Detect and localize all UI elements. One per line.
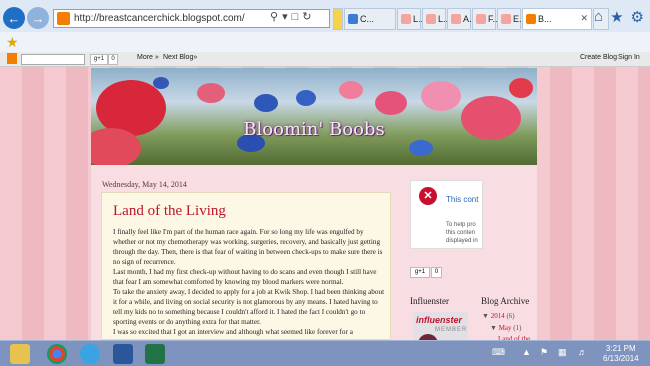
refresh-icon[interactable]: ↻ bbox=[302, 11, 315, 23]
more-menu[interactable]: More » bbox=[137, 54, 159, 61]
tab-4[interactable]: A... bbox=[447, 8, 477, 30]
search-icon[interactable]: ⚲ bbox=[270, 11, 282, 23]
close-tab-icon[interactable]: ✕ bbox=[580, 13, 588, 24]
influenster-badge[interactable]: influenster MEMBER bbox=[413, 312, 468, 340]
excel-icon[interactable] bbox=[145, 344, 165, 364]
tray-up-arrow-icon[interactable]: ▲ bbox=[522, 347, 531, 357]
tab-strip: C... L... L... A... F... E... B... ✕ bbox=[333, 8, 610, 30]
tab-3[interactable]: L... bbox=[422, 8, 451, 30]
post-paragraph: Last month, I had my first check-up with… bbox=[113, 268, 377, 286]
influenster-logo: influenster bbox=[416, 315, 463, 325]
post-paragraph: I was so excited that I got an interview… bbox=[113, 328, 353, 336]
forward-arrow-icon: → bbox=[31, 10, 45, 26]
post-paragraph: To take the anxiety away, I decided to a… bbox=[113, 288, 385, 326]
post-card: Land of the Living I finally feel like I… bbox=[101, 192, 391, 340]
collapse-triangle-icon[interactable]: ▼ bbox=[482, 312, 489, 320]
blocked-content-title[interactable]: This cont bbox=[446, 195, 478, 204]
blocked-content-text: To help pro this conten displayed in bbox=[446, 222, 478, 244]
post-paragraph: I finally feel like I'm part of the huma… bbox=[113, 228, 383, 266]
blog-title[interactable]: Bloomin' Boobs bbox=[91, 119, 537, 140]
blocked-content-box: ✕ This cont To help pro this conten disp… bbox=[410, 180, 483, 249]
tab-active[interactable]: B... ✕ bbox=[522, 8, 592, 30]
lock-icon: □ bbox=[291, 11, 303, 23]
internet-explorer-icon[interactable] bbox=[80, 344, 100, 364]
address-url: http://breastcancerchick.blogspot.com/ bbox=[74, 13, 245, 24]
network-icon[interactable]: ▦ bbox=[558, 347, 567, 358]
next-blog-link[interactable]: Next Blog» bbox=[163, 54, 197, 61]
system-clock[interactable]: 3:21 PM 6/13/2014 bbox=[603, 344, 639, 364]
post-body: I finally feel like I'm part of the huma… bbox=[113, 227, 385, 337]
blog-archive-title: Blog Archive bbox=[481, 296, 530, 306]
back-arrow-icon: ← bbox=[7, 10, 21, 26]
influenster-widget-title: Influenster bbox=[410, 296, 449, 306]
favorites-bar: ★ bbox=[0, 32, 650, 52]
tab-6[interactable]: E... bbox=[497, 8, 527, 30]
tab-favicon-icon bbox=[501, 14, 511, 24]
influenster-member-label: MEMBER bbox=[435, 327, 468, 333]
post-date: Wednesday, May 14, 2014 bbox=[102, 180, 187, 189]
file-explorer-icon[interactable] bbox=[10, 344, 30, 364]
tab-favicon-icon bbox=[426, 14, 436, 24]
browser-right-icons: ⌂ ★ ⚙ bbox=[594, 8, 644, 26]
tab-2[interactable]: L... bbox=[397, 8, 426, 30]
archive-year-count: (6) bbox=[506, 312, 515, 320]
dropdown-icon[interactable]: ▾ bbox=[282, 11, 292, 23]
settings-gear-icon[interactable]: ⚙ bbox=[631, 8, 644, 26]
home-icon[interactable]: ⌂ bbox=[594, 8, 603, 26]
blog-header[interactable]: Bloomin' Boobs bbox=[91, 68, 537, 165]
blogger-favicon-icon bbox=[526, 14, 536, 24]
sidebar-gplus-count: 0 bbox=[431, 267, 442, 278]
archive-year-link[interactable]: 2014 bbox=[491, 312, 505, 320]
archive-month-count: (1) bbox=[513, 324, 522, 332]
flag-icon[interactable]: ⚑ bbox=[540, 347, 548, 358]
clock-time: 3:21 PM bbox=[605, 344, 636, 353]
create-blog-link[interactable]: Create Blog bbox=[580, 54, 617, 61]
word-icon[interactable] bbox=[113, 344, 133, 364]
sidebar-gplus-button[interactable]: g+1 bbox=[410, 267, 430, 278]
browser-chrome: ← → http://breastcancerchick.blogspot.co… bbox=[0, 0, 650, 53]
tab-favicon-icon bbox=[476, 14, 486, 24]
archive-year-row: ▼ 2014 (6) bbox=[482, 312, 515, 320]
tab-1[interactable]: C... bbox=[344, 8, 396, 30]
windows-taskbar: ⌨ ▲ ⚑ ▦ ♬ 3:21 PM 6/13/2014 bbox=[0, 340, 650, 366]
back-button[interactable]: ← bbox=[3, 7, 25, 29]
tab-favicon-icon bbox=[451, 14, 461, 24]
forward-button[interactable]: → bbox=[27, 7, 49, 29]
gplus-count: 0 bbox=[108, 54, 118, 65]
address-bar-icons: ⚲▾□↻ bbox=[270, 10, 315, 23]
volume-icon[interactable]: ♬ bbox=[578, 347, 587, 357]
gplus-button[interactable]: g+1 bbox=[90, 54, 108, 65]
blogger-logo-icon[interactable] bbox=[7, 53, 17, 64]
blogger-favicon-icon bbox=[57, 12, 70, 25]
clock-date: 6/13/2014 bbox=[603, 354, 639, 363]
add-favorite-icon[interactable]: ★ bbox=[6, 34, 19, 51]
post-title[interactable]: Land of the Living bbox=[113, 203, 226, 220]
error-x-icon: ✕ bbox=[419, 187, 437, 205]
tab-5[interactable]: F... bbox=[472, 8, 500, 30]
blogger-navbar: g+1 0 More » Next Blog» Create Blog Sign… bbox=[0, 52, 650, 67]
tab-pinned[interactable] bbox=[333, 8, 343, 30]
collapse-triangle-icon[interactable]: ▼ bbox=[490, 324, 497, 332]
archive-month-link[interactable]: May bbox=[499, 324, 512, 332]
tab-favicon-icon bbox=[401, 14, 411, 24]
archive-month-row: ▼ May (1) bbox=[490, 324, 521, 332]
favorites-star-icon[interactable]: ★ bbox=[610, 8, 623, 26]
sign-in-link[interactable]: Sign In bbox=[618, 54, 640, 61]
tab-favicon-icon bbox=[348, 14, 358, 24]
keyboard-icon[interactable]: ⌨ bbox=[492, 347, 505, 358]
header-flowers-image bbox=[91, 77, 533, 165]
chrome-icon[interactable] bbox=[47, 344, 67, 364]
blog-search-input[interactable] bbox=[21, 54, 85, 65]
